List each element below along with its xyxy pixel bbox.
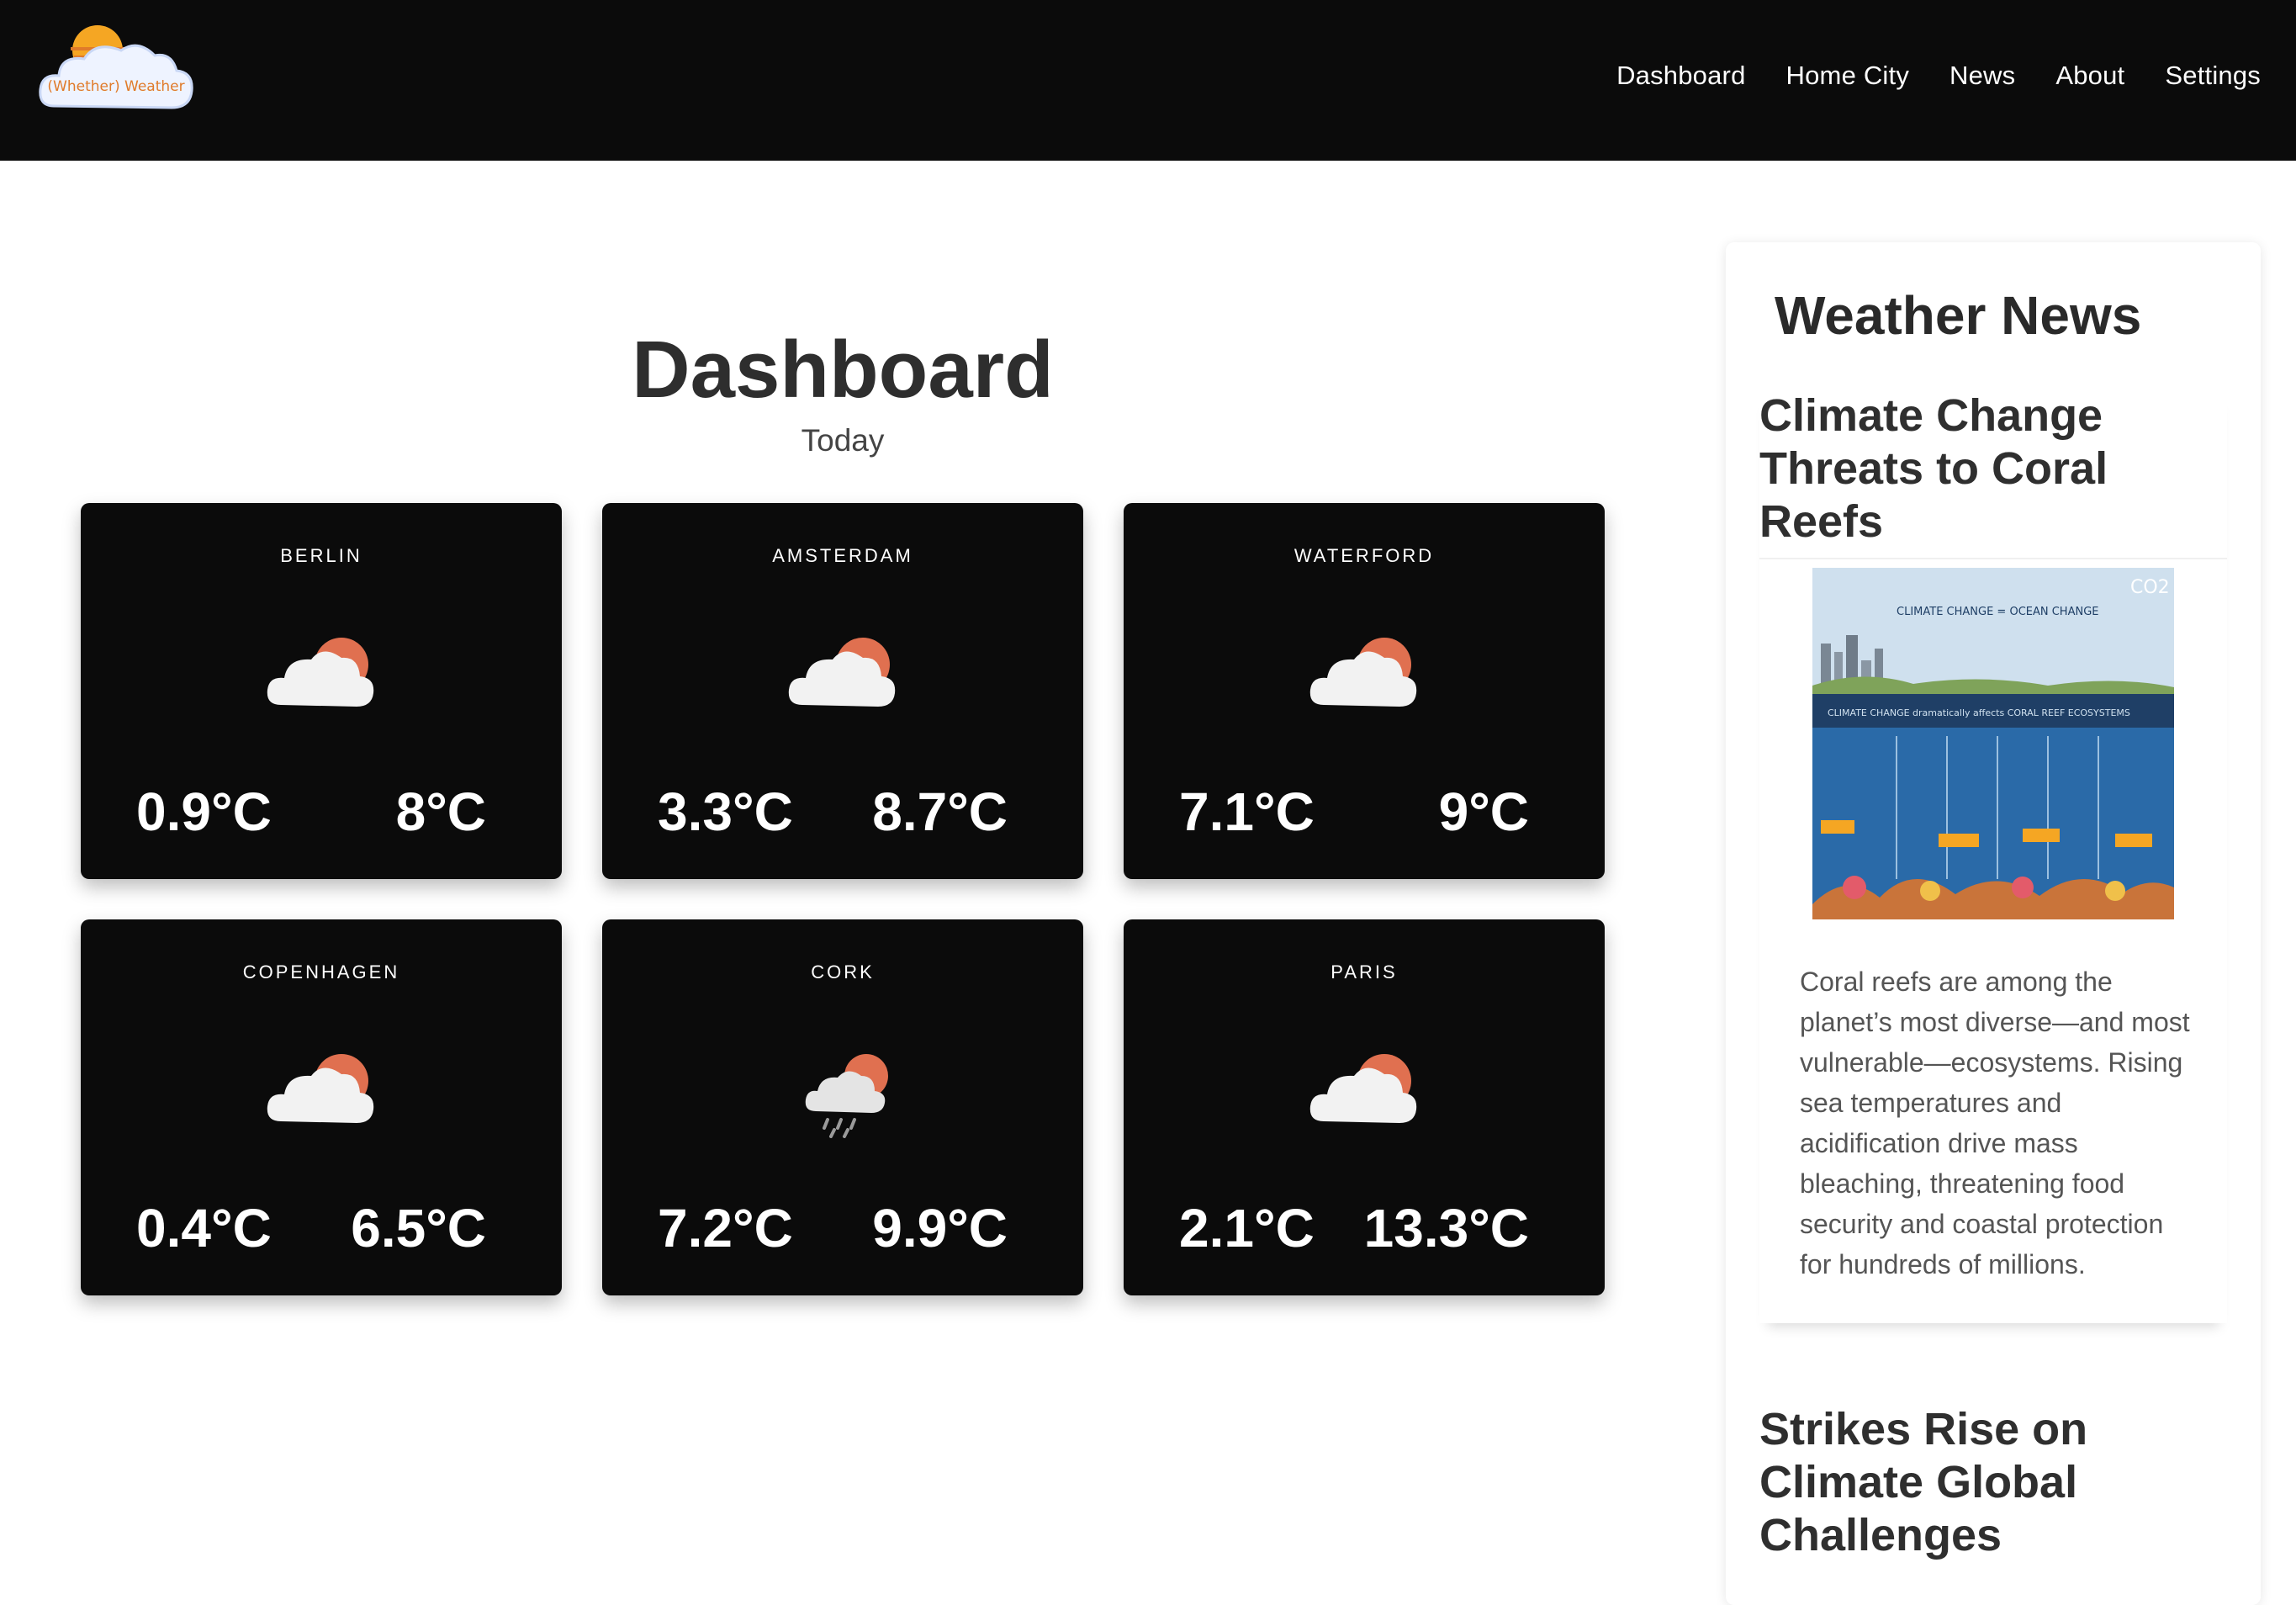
city-name: COPENHAGEN	[242, 961, 400, 983]
image-co2: CO2	[2130, 577, 2170, 598]
divider	[1759, 558, 2227, 559]
page-title: Dashboard	[632, 325, 1054, 415]
city-card-amsterdam[interactable]: AMSTERDAM 3.3°C 8.7°C	[602, 503, 1083, 879]
article-body: Coral reefs are among the planet’s most …	[1800, 967, 2190, 1279]
nav-about[interactable]: About	[2055, 61, 2124, 91]
city-card-waterford[interactable]: WATERFORD 7.1°C 9°C	[1124, 503, 1605, 879]
city-name: CORK	[811, 961, 875, 983]
nav-news[interactable]: News	[1949, 61, 2015, 91]
partly-cloudy-icon	[1309, 1054, 1417, 1123]
temp-min: 7.2°C	[658, 1198, 793, 1258]
temp-max: 9°C	[1438, 781, 1529, 842]
city-card-paris[interactable]: PARIS 2.1°C 13.3°C	[1124, 919, 1605, 1295]
city-name: WATERFORD	[1293, 545, 1435, 566]
city-name: PARIS	[1331, 961, 1398, 983]
temp-min: 2.1°C	[1179, 1198, 1315, 1258]
page-subtitle: Today	[801, 423, 885, 458]
partly-cloudy-icon	[267, 638, 374, 707]
temp-min: 0.9°C	[136, 781, 272, 842]
nav-dashboard[interactable]: Dashboard	[1616, 61, 1745, 91]
temp-min: 0.4°C	[136, 1198, 272, 1258]
nav-home-city[interactable]: Home City	[1786, 61, 1910, 91]
city-card-copenhagen[interactable]: COPENHAGEN 0.4°C 6.5°C	[81, 919, 562, 1295]
rain-cloud-sun-icon	[805, 1054, 888, 1138]
image-caption: CLIMATE CHANGE = OCEAN CHANGE	[1897, 606, 2099, 618]
news-article[interactable]: Climate Change Threats to Coral Reefs CL…	[1759, 389, 2227, 1323]
main-nav: Dashboard Home City News About Settings	[1616, 61, 2261, 91]
temp-max: 6.5°C	[351, 1198, 486, 1258]
top-navbar: (Whether) Weather Dashboard Home City Ne…	[0, 0, 2296, 161]
city-name: AMSTERDAM	[772, 545, 913, 566]
partly-cloudy-icon	[1309, 638, 1417, 707]
city-name: BERLIN	[280, 545, 362, 566]
logo[interactable]: (Whether) Weather	[37, 22, 193, 119]
article-image: CLIMATE CHANGE = OCEAN CHANGE CO2 CLIMAT…	[1812, 568, 2174, 919]
article-title[interactable]: Climate Change Threats to Coral Reefs	[1759, 389, 2197, 548]
temp-max: 8°C	[395, 781, 486, 842]
logo-text: (Whether) Weather	[47, 78, 184, 95]
news-panel: Weather News Climate Change Threats to C…	[1726, 242, 2261, 1605]
news-heading: Weather News	[1775, 285, 2142, 346]
temp-max: 9.9°C	[872, 1198, 1008, 1258]
nav-settings[interactable]: Settings	[2165, 61, 2261, 91]
image-band: CLIMATE CHANGE dramatically affects CORA…	[1828, 707, 2130, 718]
city-card-berlin[interactable]: BERLIN 0.9°C 8°C	[81, 503, 562, 879]
temp-min: 3.3°C	[658, 781, 793, 842]
temp-max: 13.3°C	[1363, 1198, 1529, 1258]
city-card-cork[interactable]: CORK 7.2°C 9.9°C	[602, 919, 1083, 1295]
temp-max: 8.7°C	[872, 781, 1008, 842]
article-title[interactable]: Strikes Rise on Climate Global Challenge…	[1759, 1403, 2197, 1562]
temp-min: 7.1°C	[1179, 781, 1315, 842]
partly-cloudy-icon	[788, 638, 896, 707]
partly-cloudy-icon	[267, 1054, 374, 1123]
